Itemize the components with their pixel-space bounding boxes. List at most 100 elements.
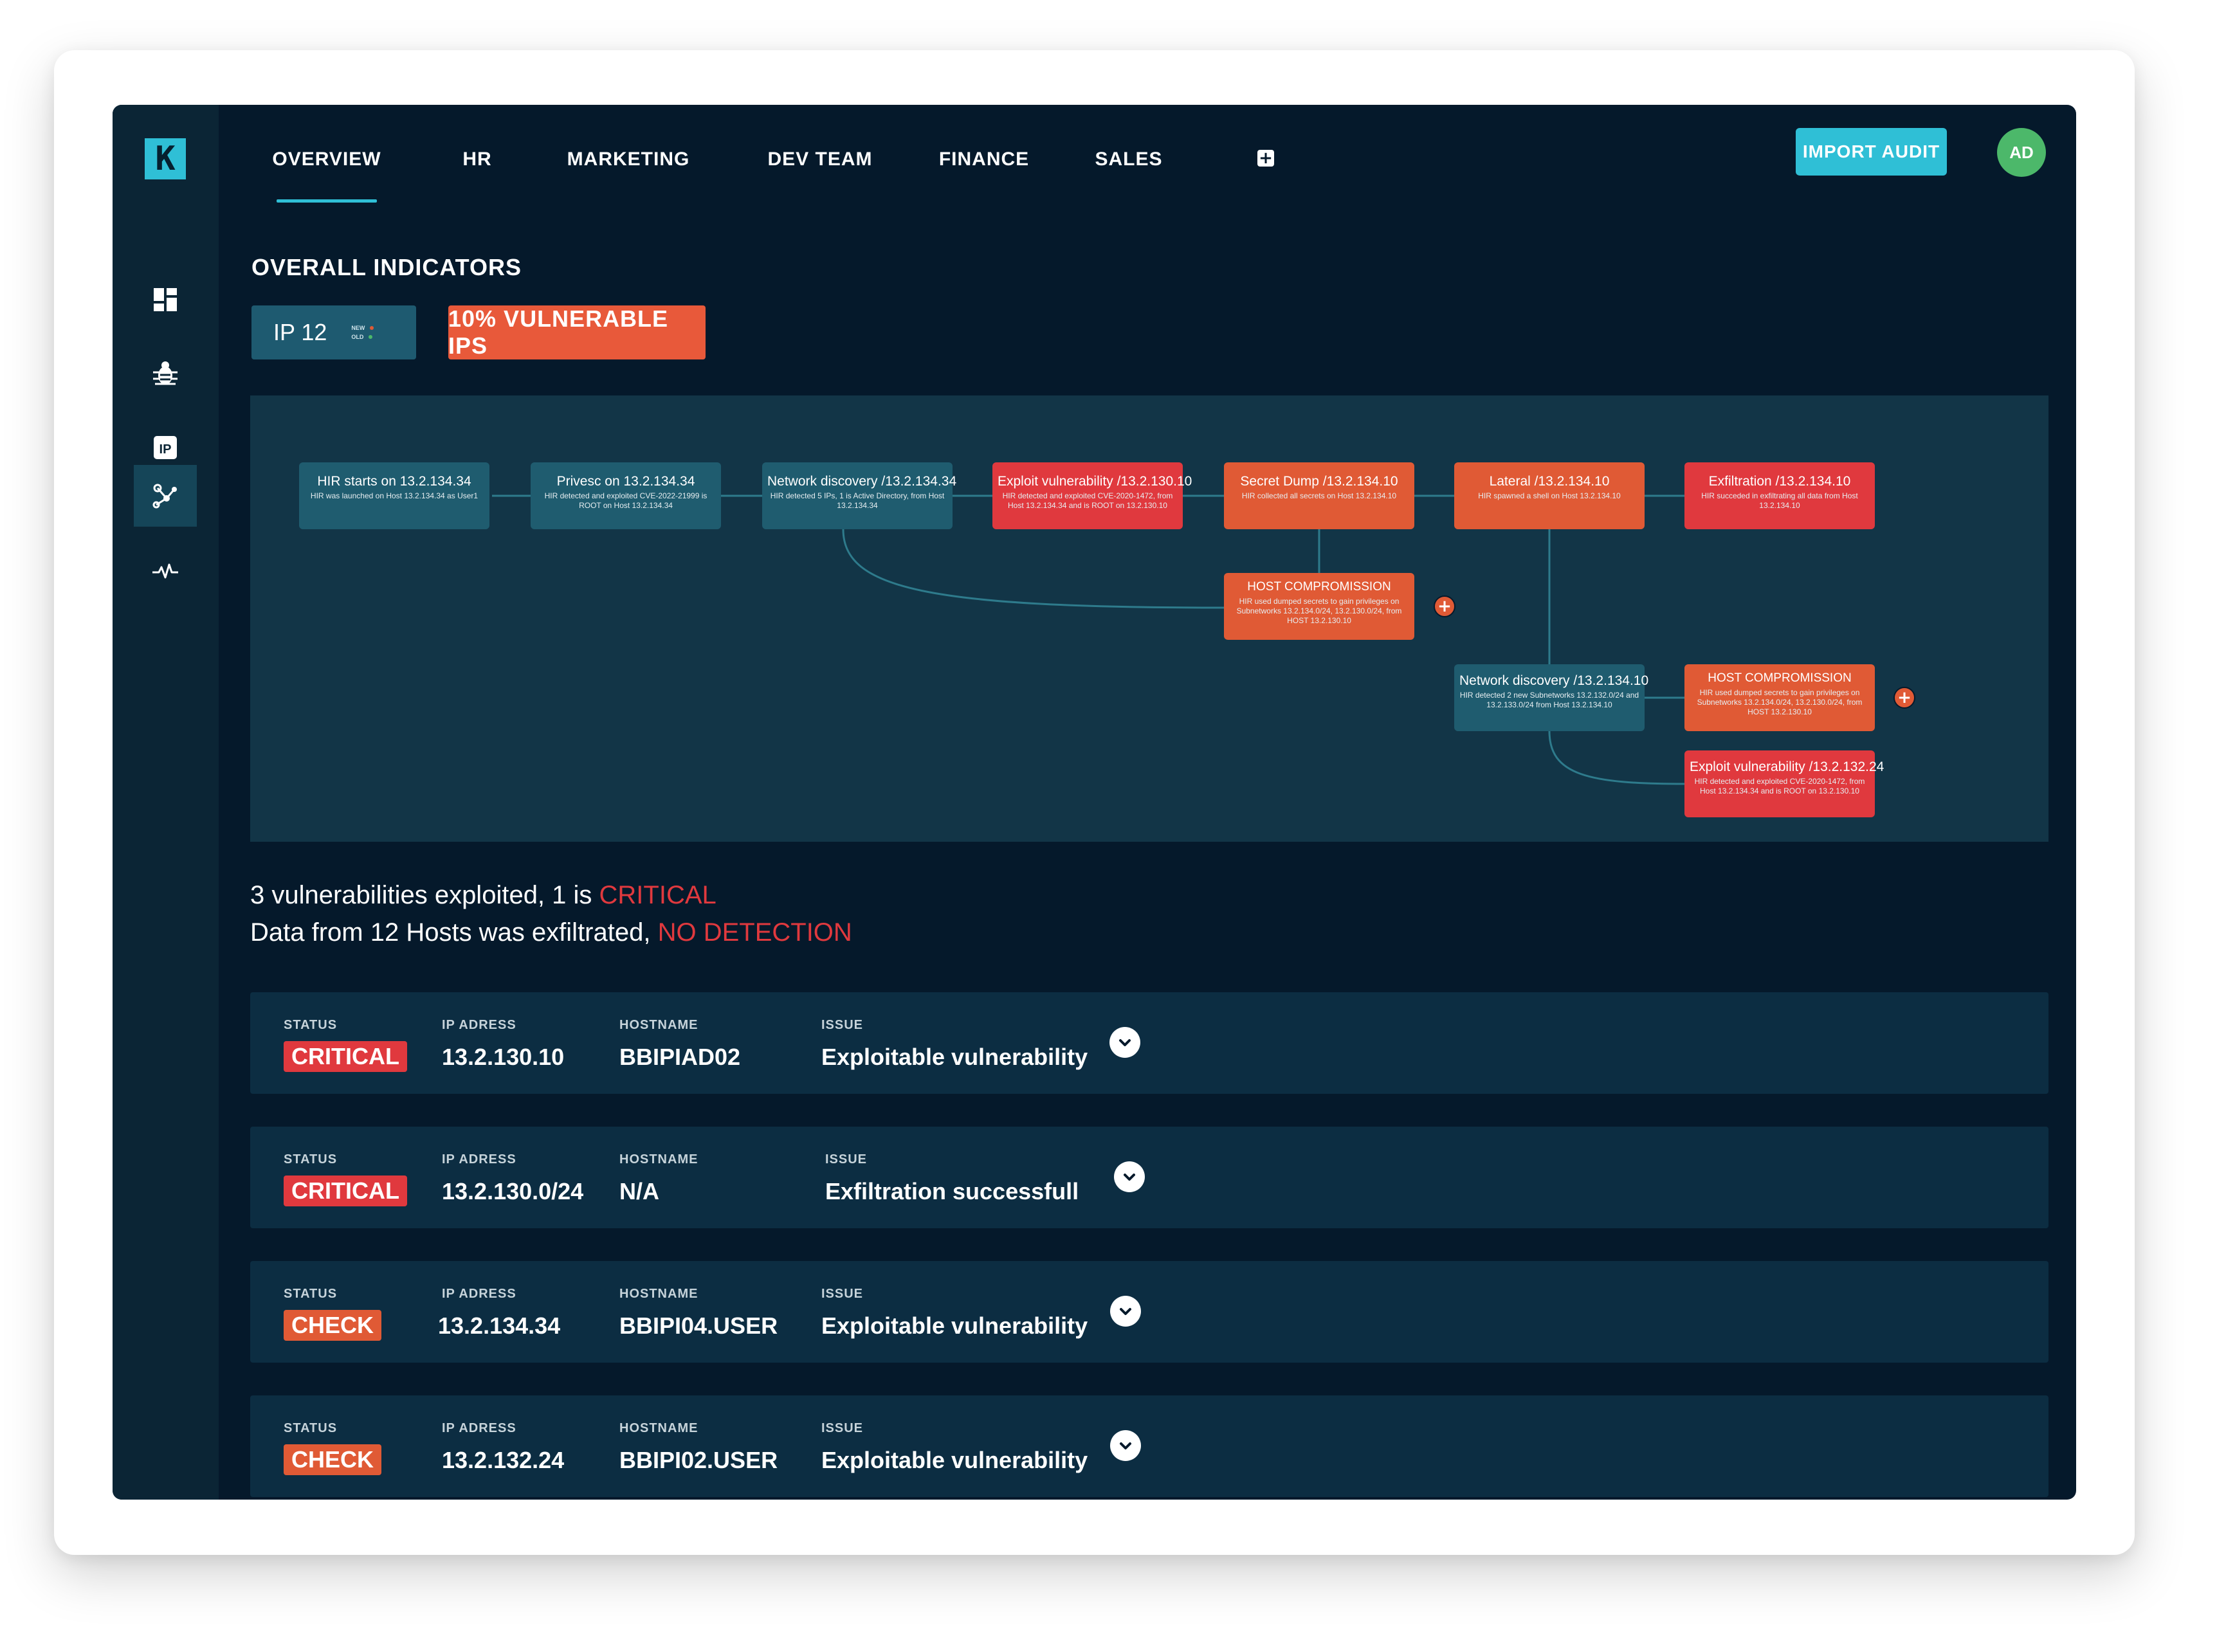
tab-dev-team-label: DEV TEAM bbox=[767, 149, 873, 170]
tab-finance[interactable]: FINANCE bbox=[929, 149, 1039, 203]
graph-node[interactable]: Exfiltration /13.2.134.10 HIR succeded i… bbox=[1684, 462, 1875, 529]
table-row[interactable]: STATUS CRITICAL IP ADRESS 13.2.130.0/24 … bbox=[250, 1127, 2048, 1228]
node-description: HIR detected and exploited CVE-2022-2199… bbox=[544, 491, 707, 510]
app-window: K IP OVERVIEW HR MARKETING DEV TEAM FINA… bbox=[113, 105, 2076, 1500]
summary-line-2: Data from 12 Hosts was exfiltrated, NO D… bbox=[250, 914, 852, 951]
summary-no-detection-highlight: NO DETECTION bbox=[657, 918, 852, 947]
node-title: HOST COMPROMISSION bbox=[1247, 580, 1391, 594]
status-label: STATUS bbox=[284, 1287, 338, 1301]
table-row[interactable]: STATUS CHECK IP ADRESS 13.2.134.34 HOSTN… bbox=[250, 1261, 2048, 1363]
tab-hr[interactable]: HR bbox=[452, 149, 503, 203]
legend-new-dot bbox=[370, 326, 374, 330]
dashboard-icon[interactable] bbox=[134, 269, 197, 331]
status-badge: CHECK bbox=[284, 1444, 382, 1475]
chevron-down-icon[interactable] bbox=[1110, 1430, 1141, 1461]
ip-value: 13.2.130.0/24 bbox=[442, 1178, 584, 1204]
svg-text:IP: IP bbox=[160, 442, 172, 457]
graph-node[interactable]: Secret Dump /13.2.134.10 HIR collected a… bbox=[1224, 462, 1414, 529]
ip-label: IP ADRESS bbox=[442, 1152, 516, 1166]
expand-node-button[interactable]: + bbox=[1434, 595, 1455, 617]
node-description: HIR was launched on Host 13.2.134.34 as … bbox=[310, 491, 479, 500]
edge bbox=[842, 529, 1225, 609]
summary-line-1: 3 vulnerabilities exploited, 1 is CRITIC… bbox=[250, 876, 852, 914]
node-title: Network discovery /13.2.134.10 bbox=[1459, 673, 1649, 688]
ip-value: 13.2.130.10 bbox=[442, 1044, 565, 1070]
add-tab-button[interactable]: + bbox=[1257, 150, 1274, 167]
tab-overview-label: OVERVIEW bbox=[272, 149, 381, 170]
legend-new-label: NEW bbox=[351, 325, 365, 331]
edge bbox=[1548, 731, 1685, 785]
tab-marketing-label: MARKETING bbox=[567, 149, 690, 170]
hostname-label: HOSTNAME bbox=[619, 1152, 698, 1166]
chevron-down-icon[interactable] bbox=[1109, 1027, 1140, 1058]
ip-label: IP ADRESS bbox=[442, 1421, 516, 1435]
node-description: HIR succeded in exfiltrating all data fr… bbox=[1701, 491, 1858, 510]
node-title: Exploit vulnerability /13.2.132.24 bbox=[1690, 759, 1884, 774]
tab-marketing[interactable]: MARKETING bbox=[567, 149, 689, 203]
bug-icon[interactable] bbox=[134, 343, 197, 404]
status-label: STATUS bbox=[284, 1421, 338, 1435]
ip-legend: NEW OLD bbox=[351, 325, 374, 340]
status-badge: CHECK bbox=[284, 1310, 382, 1341]
status-badge: CRITICAL bbox=[284, 1041, 407, 1072]
issue-label: ISSUE bbox=[821, 1287, 864, 1301]
hostname-label: HOSTNAME bbox=[619, 1421, 698, 1435]
node-description: HIR detected and exploited CVE-2020-1472… bbox=[1002, 491, 1173, 510]
tab-overview[interactable]: OVERVIEW bbox=[272, 149, 381, 203]
tab-sales[interactable]: SALES bbox=[1087, 149, 1171, 203]
ip-label: IP ADRESS bbox=[442, 1287, 516, 1301]
ip-label: IP ADRESS bbox=[442, 1018, 516, 1032]
attack-graph-panel: HIR starts on 13.2.134.34 HIR was launch… bbox=[250, 395, 2048, 842]
ip-value: 13.2.134.34 bbox=[438, 1312, 561, 1339]
graph-node[interactable]: Network discovery /13.2.134.34 HIR detec… bbox=[762, 462, 956, 529]
node-title: Lateral /13.2.134.10 bbox=[1489, 474, 1610, 489]
node-description: HIR used dumped secrets to gain privileg… bbox=[1697, 688, 1863, 716]
graph-node[interactable]: Exploit vulnerability /13.2.132.24 HIR d… bbox=[1684, 750, 1884, 817]
graph-node[interactable]: Privesc on 13.2.134.34 HIR detected and … bbox=[531, 462, 721, 529]
user-avatar[interactable]: AD bbox=[1997, 128, 2046, 177]
import-audit-button[interactable]: IMPORT AUDIT bbox=[1796, 128, 1947, 176]
app-logo[interactable]: K bbox=[145, 138, 186, 179]
overall-indicators-title: OVERALL INDICATORS bbox=[251, 254, 522, 280]
sidebar: K IP bbox=[113, 105, 219, 1500]
graph-node[interactable]: HOST COMPROMISSION HIR used dumped secre… bbox=[1224, 573, 1414, 640]
hostname-label: HOSTNAME bbox=[619, 1018, 698, 1032]
node-title: HIR starts on 13.2.134.34 bbox=[317, 474, 471, 489]
chevron-down-icon[interactable] bbox=[1114, 1161, 1145, 1192]
node-description: HIR used dumped secrets to gain privileg… bbox=[1236, 597, 1402, 625]
hostname-value: BBIPI04.USER bbox=[619, 1312, 778, 1339]
graph-node[interactable]: Lateral /13.2.134.10 HIR spawned a shell… bbox=[1454, 462, 1645, 529]
node-description: HIR detected 5 IPs, 1 is Active Director… bbox=[770, 491, 945, 510]
issue-label: ISSUE bbox=[821, 1018, 864, 1032]
table-row[interactable]: STATUS CRITICAL IP ADRESS 13.2.130.10 HO… bbox=[250, 992, 2048, 1094]
legend-old-label: OLD bbox=[351, 334, 364, 340]
status-label: STATUS bbox=[284, 1152, 338, 1166]
legend-old-dot bbox=[369, 335, 373, 339]
node-title: HOST COMPROMISSION bbox=[1708, 671, 1852, 685]
graph-node[interactable]: HIR starts on 13.2.134.34 HIR was launch… bbox=[299, 462, 489, 529]
ip-count-text: IP 12 bbox=[273, 319, 327, 345]
node-description: HIR collected all secrets on Host 13.2.1… bbox=[1241, 491, 1397, 500]
table-row[interactable]: STATUS CHECK IP ADRESS 13.2.132.24 HOSTN… bbox=[250, 1395, 2048, 1497]
network-graph-icon[interactable] bbox=[134, 465, 197, 527]
expand-node-button[interactable]: + bbox=[1893, 687, 1915, 709]
issue-value: Exploitable vulnerability bbox=[821, 1044, 1088, 1070]
status-label: STATUS bbox=[284, 1018, 338, 1032]
tab-finance-label: FINANCE bbox=[938, 149, 1030, 170]
issue-value: Exfiltration successfull bbox=[825, 1178, 1079, 1204]
summary-line-2-text: Data from 12 Hosts was exfiltrated, bbox=[250, 918, 658, 947]
node-title: Exploit vulnerability /13.2.130.10 bbox=[998, 474, 1192, 489]
node-title: Privesc on 13.2.134.34 bbox=[556, 474, 695, 489]
node-title: Secret Dump /13.2.134.10 bbox=[1240, 474, 1398, 489]
node-description: HIR detected and exploited CVE-2020-1472… bbox=[1694, 777, 1865, 795]
status-badge: CRITICAL bbox=[284, 1175, 407, 1206]
hostname-value: BBIPI02.USER bbox=[619, 1447, 778, 1473]
graph-node[interactable]: Network discovery /13.2.134.10 HIR detec… bbox=[1454, 664, 1649, 731]
tab-dev-team[interactable]: DEV TEAM bbox=[756, 149, 884, 203]
chevron-down-icon[interactable] bbox=[1110, 1296, 1141, 1327]
activity-icon[interactable] bbox=[134, 539, 197, 601]
issue-label: ISSUE bbox=[821, 1421, 864, 1435]
graph-node[interactable]: Exploit vulnerability /13.2.130.10 HIR d… bbox=[992, 462, 1192, 529]
vulnerable-ips-badge: 10% VULNERABLE IPS bbox=[448, 305, 706, 359]
graph-node[interactable]: HOST COMPROMISSION HIR used dumped secre… bbox=[1684, 664, 1875, 731]
